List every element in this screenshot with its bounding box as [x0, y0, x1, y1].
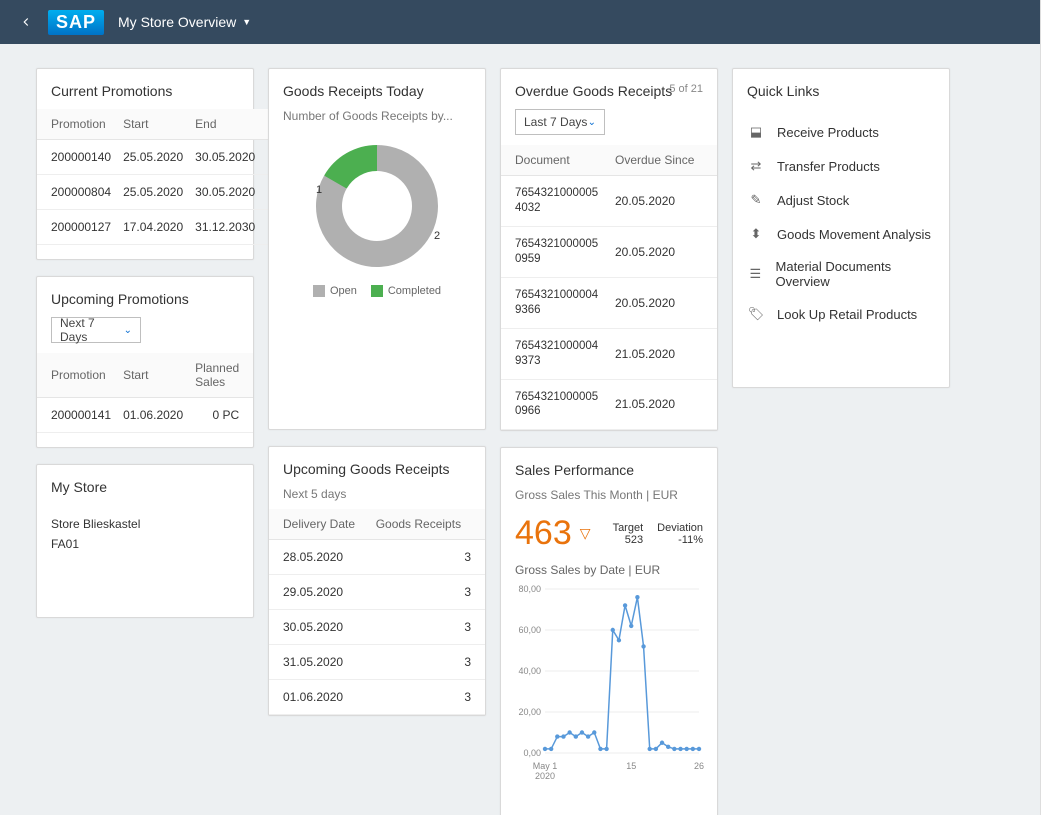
svg-text:40,00: 40,00 [518, 666, 541, 676]
table-row[interactable]: 20000080425.05.202030.05.2020 [37, 175, 269, 210]
kpi-value: 463 [515, 514, 572, 553]
quick-link-transfer-products[interactable]: ⇄Transfer Products [747, 149, 935, 183]
svg-text:60,00: 60,00 [518, 625, 541, 635]
card-subtitle: Gross Sales This Month | EUR [501, 488, 717, 510]
table-header-row: Delivery Date Goods Receipts [269, 509, 485, 540]
page-title: My Store Overview [118, 14, 236, 30]
card-current-promotions[interactable]: Current Promotions Promotion Start End 2… [36, 68, 254, 260]
target-label: Target [613, 522, 644, 534]
table-header-row: Promotion Start End [37, 109, 269, 140]
table-row[interactable]: 7654321000005403220.05.2020 [501, 176, 717, 227]
deviation-value: -11% [657, 534, 703, 546]
shell-title-dropdown[interactable]: My Store Overview ▼ [118, 14, 251, 30]
donut-chart: 1 2 [269, 131, 485, 277]
col-promotion: Promotion [37, 109, 117, 140]
table-row[interactable]: 31.05.20203 [269, 645, 485, 680]
filter-dropdown[interactable]: Next 7 Days ⌄ [51, 317, 141, 343]
col-promotion: Promotion [37, 353, 117, 398]
quick-link-goods-movement-analysis[interactable]: ⬍Goods Movement Analysis [747, 217, 935, 251]
table-header-row: Promotion Start Planned Sales [37, 353, 253, 398]
card-sales-performance[interactable]: Sales Performance Gross Sales This Month… [500, 447, 718, 815]
quick-link-lookup-products[interactable]: 🏷Look Up Retail Products [747, 297, 935, 331]
filter-value: Next 7 Days [60, 316, 124, 344]
donut-label-2: 2 [434, 230, 440, 242]
card-goods-receipts-today[interactable]: Goods Receipts Today Number of Goods Rec… [268, 68, 486, 430]
chevron-down-icon: ⌄ [588, 117, 596, 128]
right-edge [1040, 0, 1048, 815]
legend-completed: Completed [388, 285, 441, 297]
table-header-row: Document Overdue Since [501, 145, 717, 176]
back-button[interactable] [12, 8, 40, 36]
table-row[interactable]: 01.06.20203 [269, 680, 485, 715]
quick-link-receive-products[interactable]: ⬓Receive Products [747, 115, 935, 149]
card-overdue-goods-receipts[interactable]: Overdue Goods Receipts 5 of 21 Last 7 Da… [500, 68, 718, 431]
store-code: FA01 [51, 537, 239, 551]
donut-label-1: 1 [316, 184, 322, 196]
svg-text:26: 26 [694, 761, 704, 771]
col-document: Document [501, 145, 609, 176]
inbox-icon: ⬓ [747, 123, 765, 141]
legend-open: Open [330, 285, 357, 297]
card-subtitle: Next 5 days [269, 487, 485, 509]
deviation-label: Deviation [657, 522, 703, 534]
chevron-down-icon: ▼ [242, 17, 251, 27]
table-row[interactable]: 28.05.20203 [269, 540, 485, 575]
table-row[interactable]: 30.05.20203 [269, 610, 485, 645]
table-row[interactable]: 20000014025.05.202030.05.2020 [37, 140, 269, 175]
store-name: Store Blieskastel [51, 517, 239, 531]
col-date: Delivery Date [269, 509, 370, 540]
quick-link-material-documents[interactable]: ☰Material Documents Overview [747, 251, 935, 297]
card-title: Quick Links [733, 81, 949, 109]
table-row[interactable]: 20000012717.04.202031.12.2030 [37, 210, 269, 245]
card-quick-links: Quick Links ⬓Receive Products ⇄Transfer … [732, 68, 950, 388]
col-count: Goods Receipts [370, 509, 485, 540]
card-upcoming-goods-receipts[interactable]: Upcoming Goods Receipts Next 5 days Deli… [268, 446, 486, 716]
card-upcoming-promotions[interactable]: Upcoming Promotions Next 7 Days ⌄ Promot… [36, 276, 254, 448]
card-title: Current Promotions [37, 81, 253, 109]
table-row[interactable]: 7654321000005095920.05.2020 [501, 226, 717, 277]
chevron-down-icon: ⌄ [124, 325, 132, 336]
svg-text:0,00: 0,00 [523, 748, 541, 758]
card-subtitle: Number of Goods Receipts by... [269, 109, 485, 131]
svg-text:2020: 2020 [535, 771, 555, 781]
line-chart: 0,00 20,00 40,00 60,00 80,00 May 1 15 26 2020 [501, 579, 717, 815]
chart-subtitle: Gross Sales by Date | EUR [501, 557, 717, 579]
col-start: Start [117, 353, 189, 398]
filter-dropdown[interactable]: Last 7 Days ⌄ [515, 109, 605, 135]
col-planned: Planned Sales [189, 353, 253, 398]
card-my-store[interactable]: My Store Store Blieskastel FA01 [36, 464, 254, 618]
svg-text:20,00: 20,00 [518, 707, 541, 717]
card-title: Upcoming Goods Receipts [269, 459, 485, 487]
card-title: My Store [37, 477, 253, 505]
adjust-icon: ✎ [747, 191, 765, 209]
col-end: End [189, 109, 269, 140]
card-title: Goods Receipts Today [269, 81, 485, 109]
sap-logo: SAP [48, 10, 104, 35]
svg-text:15: 15 [626, 761, 636, 771]
tag-icon: 🏷 [747, 305, 765, 323]
transfer-icon: ⇄ [747, 157, 765, 175]
col-start: Start [117, 109, 189, 140]
chart-icon: ⬍ [747, 225, 765, 243]
target-value: 523 [613, 534, 644, 546]
table-row[interactable]: 29.05.20203 [269, 575, 485, 610]
donut-legend: Open Completed [269, 277, 485, 311]
svg-text:May 1: May 1 [533, 761, 558, 771]
shell-header: SAP My Store Overview ▼ [0, 0, 1048, 44]
col-since: Overdue Since [609, 145, 717, 176]
card-title: Sales Performance [501, 460, 717, 488]
svg-text:80,00: 80,00 [518, 584, 541, 594]
quick-link-adjust-stock[interactable]: ✎Adjust Stock [747, 183, 935, 217]
table-row[interactable]: 7654321000004937321.05.2020 [501, 328, 717, 379]
table-row[interactable]: 7654321000004936620.05.2020 [501, 277, 717, 328]
dashboard: Current Promotions Promotion Start End 2… [0, 44, 1048, 815]
trend-down-icon: ▽ [580, 525, 591, 542]
document-icon: ☰ [747, 265, 764, 283]
table-row[interactable]: 20000014101.06.20200 PC [37, 398, 253, 433]
card-title: Upcoming Promotions [37, 289, 253, 317]
table-row[interactable]: 7654321000005096621.05.2020 [501, 379, 717, 430]
filter-value: Last 7 Days [524, 115, 587, 129]
card-counter: 5 of 21 [669, 83, 703, 95]
